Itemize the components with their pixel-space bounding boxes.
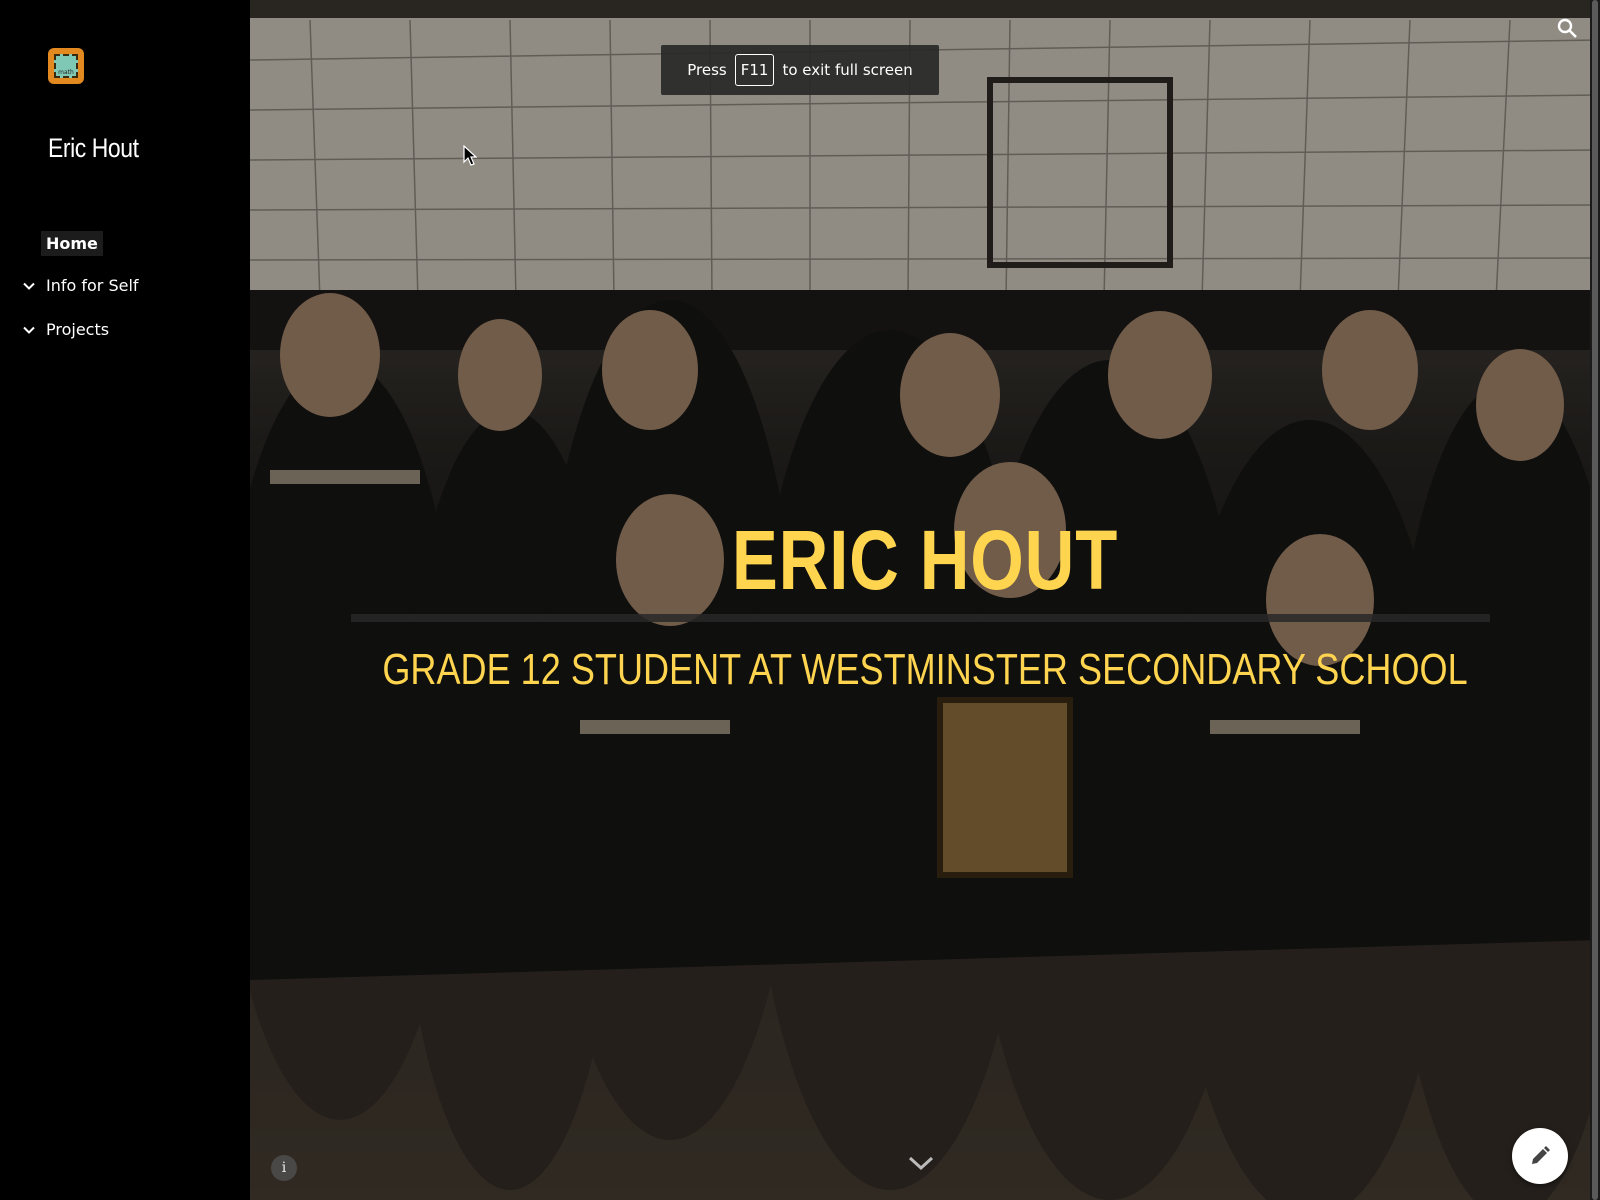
toast-key: F11 (734, 54, 775, 86)
hero-banner: ERIC HOUT GRADE 12 STUDENT AT WESTMINSTE… (250, 0, 1600, 1200)
scrollbar-thumb[interactable] (1592, 0, 1598, 1200)
site-title[interactable]: Eric Hout (48, 133, 139, 164)
chevron-down-icon[interactable] (906, 1153, 936, 1173)
search-icon[interactable] (1555, 16, 1579, 40)
sidebar: math Eric Hout Home Info for Self Projec… (0, 0, 250, 1200)
chevron-down-icon[interactable] (22, 279, 36, 293)
chip-icon: math (54, 54, 78, 78)
site-logo[interactable]: math (48, 48, 84, 84)
hero-divider (351, 614, 1490, 622)
pencil-icon (1532, 1146, 1550, 1164)
nav-item-projects[interactable]: Projects (46, 320, 109, 339)
mouse-cursor-icon (463, 145, 477, 166)
fullscreen-toast: Press F11 to exit full screen (661, 45, 939, 95)
nav-item-info-for-self[interactable]: Info for Self (46, 276, 139, 295)
chevron-down-icon[interactable] (22, 323, 36, 337)
toast-suffix: to exit full screen (782, 61, 913, 79)
edit-button[interactable] (1512, 1128, 1568, 1184)
toast-prefix: Press (687, 61, 727, 79)
nav-item-home[interactable]: Home (41, 231, 103, 256)
hero-subtitle: GRADE 12 STUDENT AT WESTMINSTER SECONDAR… (382, 645, 1468, 694)
logo-label: math (58, 69, 74, 76)
info-icon[interactable]: i (271, 1155, 297, 1181)
hero-title: ERIC HOUT (731, 513, 1119, 607)
